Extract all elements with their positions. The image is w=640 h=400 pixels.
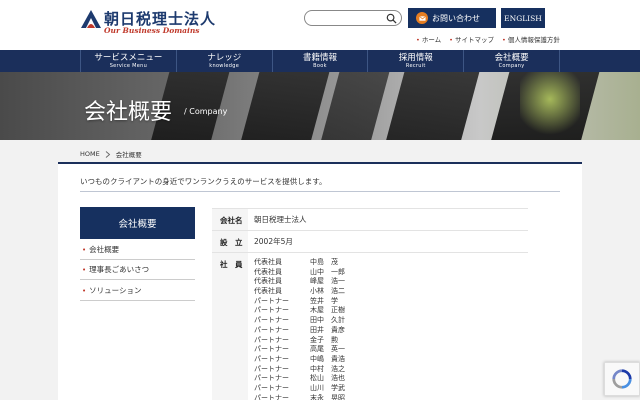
search-icon[interactable] [386,13,397,24]
staff-role: パートナー [254,383,289,392]
staff-name: 笠井 学 [310,296,338,305]
table-row: 設 立 2002年5月 [212,230,528,252]
mail-icon [416,12,428,24]
staff-role: パートナー [254,354,289,363]
staff-name: 中嶋 貴浩 [310,354,345,363]
staff-role: パートナー [254,345,289,354]
staff-role: 代表社員 [254,277,282,286]
contact-button[interactable]: お問い合わせ [408,8,496,28]
logo-tagline: Our Business Domains [104,26,200,35]
chevron-right-icon [105,150,110,158]
side-menu-title: 会社概要 [80,207,195,239]
staff-role: パートナー [254,335,289,344]
page-subtitle: / Company [184,107,228,116]
staff-name: 木屋 正樹 [310,306,345,315]
table-row: 会社名 朝日税理士法人 [212,208,528,230]
util-link-home[interactable]: • ホーム [416,34,441,44]
side-item-solution[interactable]: • ソリューション [80,281,195,301]
staff-name: 山川 学武 [310,383,345,392]
company-info-table: 会社名 朝日税理士法人 設 立 2002年5月 社 員 代表社員 中島 茂代表社員… [212,208,528,400]
nav-item-book[interactable]: 書籍情報 Book [271,50,368,72]
staff-role: パートナー [254,316,289,325]
breadcrumb-current: 会社概要 [115,151,142,159]
site-logo[interactable]: 朝日税理士法人 Our Business Domains [80,8,230,38]
recaptcha-icon [612,369,632,389]
staff-role: パートナー [254,306,289,315]
staff-role: 代表社員 [254,287,282,296]
company-name-label: 会社名 [212,209,248,230]
contact-label: お問い合わせ [432,13,480,23]
side-item-greeting[interactable]: • 理事長ごあいさつ [80,260,195,280]
recaptcha-badge[interactable] [604,362,640,396]
staff-role: パートナー [254,374,289,383]
staff-row: 代表社員 峰屋 浩一 [254,277,528,287]
founded-label: 設 立 [212,231,248,252]
search-input[interactable] [311,12,383,24]
staff-row: パートナー 末永 晃昭 [254,394,528,400]
staff-role: パートナー [254,325,289,334]
staff-row: パートナー 高尾 英一 [254,345,528,355]
staff-label: 社 員 [212,253,248,400]
staff-list: 代表社員 中島 茂代表社員 山中 一郎 代表社員 峰屋 浩一 代表社員 小林 浩二 パートナー… [248,253,528,400]
table-row: 社 員 代表社員 中島 茂代表社員 山中 一郎 代表社員 峰屋 浩一 代表社員 小林 浩二パ… [212,252,528,400]
nav-item-company[interactable]: 会社概要 Company [463,50,560,72]
staff-row: 代表社員 中島 茂 [254,258,528,268]
staff-name: 金子 勲 [310,335,338,344]
utility-links: • ホーム • サイトマップ • 個人情報保護方針 [416,34,560,44]
site-header: 朝日税理士法人 Our Business Domains お問い合わせ ENGL… [0,0,640,50]
staff-role: パートナー [254,364,289,373]
util-link-privacy[interactable]: • 個人情報保護方針 [502,34,560,44]
staff-role: パートナー [254,393,289,400]
staff-role: 代表社員 [254,267,282,276]
staff-role: パートナー [254,296,289,305]
nav-item-recruit[interactable]: 採用情報 Recruit [367,50,463,72]
logo-mark-icon [81,10,101,28]
side-item-company[interactable]: • 会社概要 [80,240,195,260]
staff-name: 峰屋 浩一 [310,277,345,286]
staff-row: 代表社員 山中 一郎 [254,268,528,278]
staff-name: 中島 茂 [310,258,338,266]
nav-item-service[interactable]: サービスメニュー Service Menu [80,50,176,72]
staff-name: 中村 浩之 [310,364,345,373]
staff-row: 代表社員 小林 浩二 [254,287,528,297]
intro-text: いつものクライアントの身近でワンランクうえのサービスを提供します。 [80,177,327,186]
staff-name: 松山 浩也 [310,374,345,383]
hero-chair-image [319,72,391,140]
global-nav: サービスメニュー Service Menu ナレッジ knowledge 書籍情… [0,50,640,72]
staff-row: パートナー 山川 学武 [254,384,528,394]
staff-row: パートナー 金子 勲 [254,336,528,346]
page-title: 会社概要 [84,100,173,125]
founded-value: 2002年5月 [254,237,293,246]
staff-name: 小林 浩二 [310,287,345,296]
hero-chair-image [384,72,481,140]
staff-row: パートナー 田井 貴彦 [254,326,528,336]
english-button[interactable]: ENGLISH [501,8,545,28]
staff-name: 山中 一郎 [310,267,345,276]
staff-name: 高尾 英一 [310,345,345,354]
staff-row: パートナー 木屋 正樹 [254,306,528,316]
divider [80,191,560,192]
hero-plant-image [520,72,580,140]
staff-role: 代表社員 [254,258,282,266]
staff-row: パートナー 田中 久計 [254,316,528,326]
staff-row: パートナー 松山 浩也 [254,374,528,384]
breadcrumb-home[interactable]: HOME [80,150,100,158]
staff-name: 田井 貴彦 [310,325,345,334]
company-name-value: 朝日税理士法人 [254,215,307,224]
staff-name: 田中 久計 [310,316,345,325]
nav-item-knowledge[interactable]: ナレッジ knowledge [175,50,272,72]
util-link-sitemap[interactable]: • サイトマップ [449,34,494,44]
staff-name: 末永 晃昭 [310,393,345,400]
search-box [304,10,402,26]
hero-chair-image [239,72,331,140]
breadcrumb: HOME 会社概要 [80,149,142,159]
staff-row: パートナー 笠井 学 [254,297,528,307]
staff-row: パートナー 中嶋 貴浩 [254,355,528,365]
staff-row: パートナー 中村 浩之 [254,365,528,375]
